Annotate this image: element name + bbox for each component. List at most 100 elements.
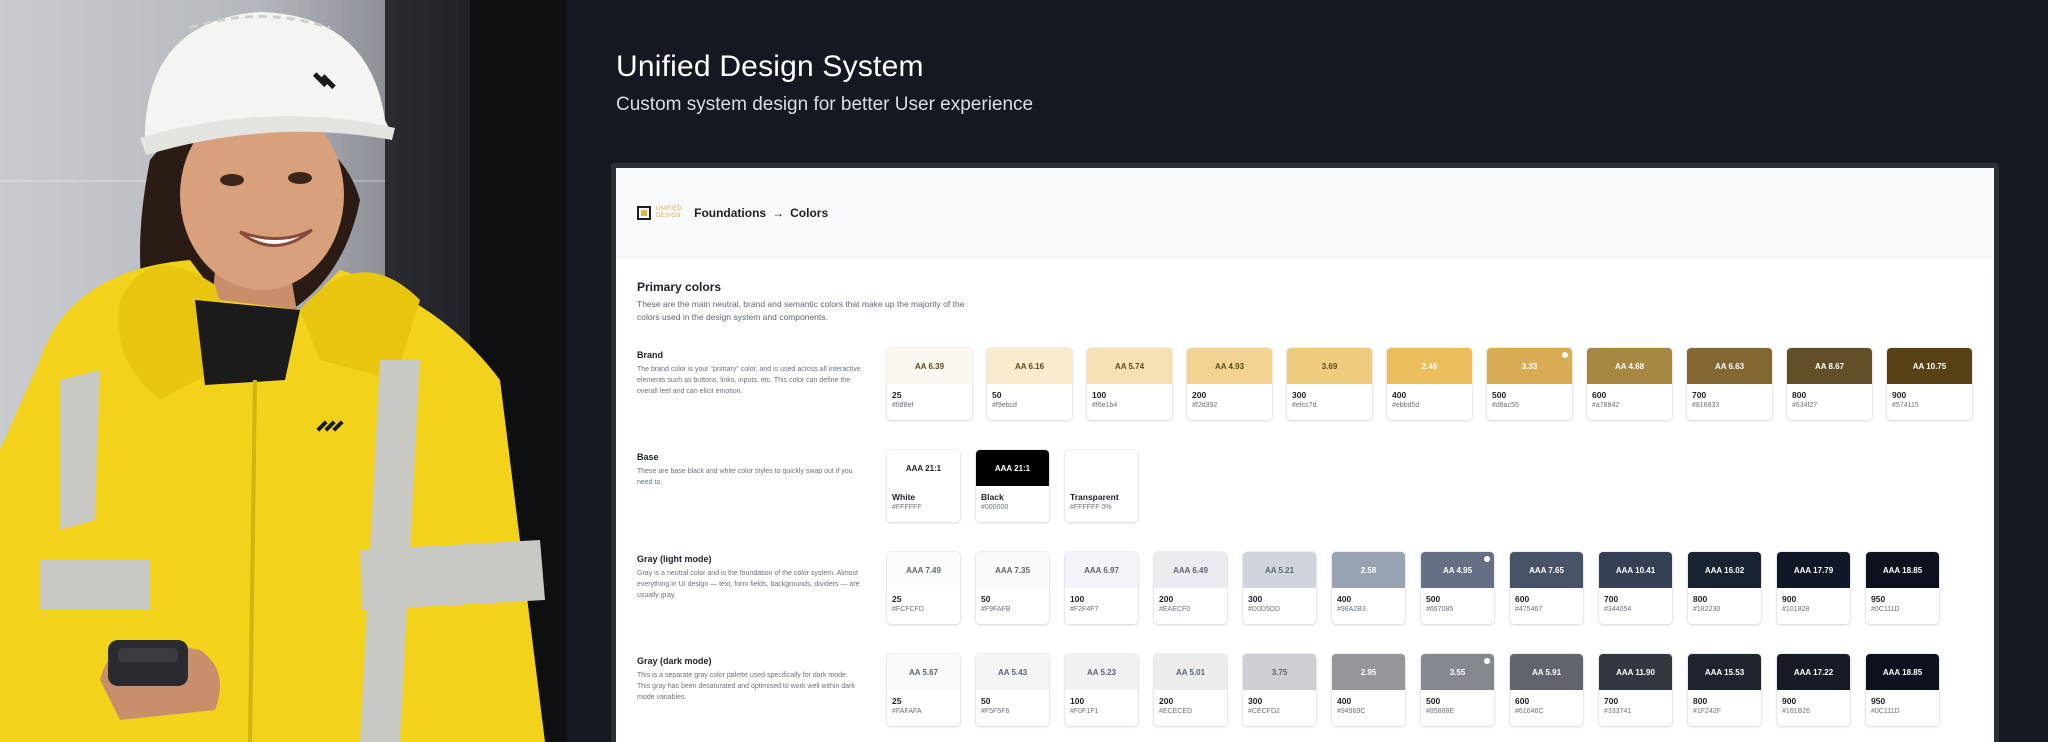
color-swatch[interactable]: AAA 7.65 600 #475467 xyxy=(1510,552,1583,624)
color-swatch[interactable]: 2.49 400 #ebbd5d xyxy=(1387,348,1472,420)
color-swatch[interactable]: AAA 21:1 White #FFFFFF xyxy=(887,450,960,522)
logo-text: UNIFIED DESIGN xyxy=(656,205,683,219)
swatch-hex: #0C111D xyxy=(1871,606,1900,613)
color-swatch[interactable]: AA 6.39 25 #fdf8ef xyxy=(887,348,972,420)
color-swatch[interactable]: AA 5.01 200 #ECECED xyxy=(1154,654,1227,726)
swatch-chip: AA 6.39 xyxy=(887,348,972,384)
color-swatch[interactable]: 2.58 400 #98A2B3 xyxy=(1332,552,1405,624)
swatch-chip xyxy=(1065,450,1138,486)
color-swatch[interactable]: AAA 15.53 800 #1F242F xyxy=(1688,654,1761,726)
swatch-chip: AAA 18.85 xyxy=(1866,552,1939,588)
swatch-chip: AAA 7.35 xyxy=(976,552,1049,588)
swatch-hex: #CECFD2 xyxy=(1248,708,1280,715)
color-swatch[interactable]: AA 4.68 600 #a78842 xyxy=(1587,348,1672,420)
swatch-name: 300 xyxy=(1292,390,1307,400)
swatch-hex: #634f27 xyxy=(1792,402,1818,409)
color-swatch[interactable]: AAA 16.02 800 #182230 xyxy=(1688,552,1761,624)
swatch-chip: AA 4.95 xyxy=(1421,552,1494,588)
color-swatch[interactable]: AA 6.16 50 #f9ebcd xyxy=(987,348,1072,420)
color-swatch[interactable]: AAA 10.41 700 #344054 xyxy=(1599,552,1672,624)
color-swatch[interactable]: AAA 17.79 900 #101828 xyxy=(1777,552,1850,624)
color-swatch[interactable]: AA 5.21 300 #D0D5DD xyxy=(1243,552,1316,624)
swatch-chip: AA 5.01 xyxy=(1154,654,1227,690)
swatch-hex: #a78842 xyxy=(1592,402,1620,409)
section-description: These are the main neutral, brand and se… xyxy=(637,299,965,322)
swatch-name: 200 xyxy=(1159,594,1174,604)
color-swatch[interactable]: AAA 7.35 50 #F9FAFB xyxy=(976,552,1049,624)
color-swatch[interactable]: AA 4.93 200 #f2d392 xyxy=(1187,348,1272,420)
swatch-chip: 2.95 xyxy=(1332,654,1405,690)
swatch-hex: #0C111D xyxy=(1871,708,1900,715)
swatch-hex: #fdf8ef xyxy=(892,402,914,409)
swatch-chip: AA 6.63 xyxy=(1687,348,1772,384)
color-swatch[interactable]: 2.95 400 #94969C xyxy=(1332,654,1405,726)
swatch-hex: #FFFFFF xyxy=(892,504,922,511)
color-swatch[interactable]: AA 10.75 900 #574115 xyxy=(1887,348,1972,420)
color-swatch[interactable]: AA 8.67 800 #634f27 xyxy=(1787,348,1872,420)
color-swatch[interactable]: AAA 17.22 900 #161B26 xyxy=(1777,654,1850,726)
color-swatch[interactable]: 3.69 300 #efcc7d xyxy=(1287,348,1372,420)
swatch-name: 500 xyxy=(1492,390,1507,400)
swatch-hex: #ebbd5d xyxy=(1392,402,1420,409)
swatch-name: 25 xyxy=(892,390,902,400)
color-swatch[interactable]: AAA 18.85 950 #0C111D xyxy=(1866,654,1939,726)
swatch-chip: AAA 17.22 xyxy=(1777,654,1850,690)
app-logo[interactable]: UNIFIED DESIGN xyxy=(637,205,683,220)
color-swatch[interactable]: AA 4.95 500 #667085 xyxy=(1421,552,1494,624)
color-swatch[interactable]: AA 6.63 700 #816833 xyxy=(1687,348,1772,420)
swatch-hex: #85888E xyxy=(1426,708,1455,715)
color-swatch[interactable]: AA 5.74 100 #f6e1b4 xyxy=(1087,348,1172,420)
swatch-hex: #475467 xyxy=(1515,606,1543,613)
swatch-name: 25 xyxy=(892,696,902,706)
swatch-name: Transparent xyxy=(1070,492,1119,502)
color-swatch[interactable]: 3.33 500 #d8ac55 xyxy=(1487,348,1572,420)
color-group-description: The brand color is your "primary" color,… xyxy=(637,366,861,395)
swatch-name: 50 xyxy=(981,594,991,604)
color-swatch[interactable]: AA 5.23 100 #F0F1F1 xyxy=(1065,654,1138,726)
swatch-name: 400 xyxy=(1337,594,1352,604)
color-swatch[interactable]: AAA 7.49 25 #FCFCFD xyxy=(887,552,960,624)
swatch-hex: #F2F4F7 xyxy=(1070,606,1099,613)
breadcrumb-foundations[interactable]: Foundations xyxy=(694,206,766,220)
swatch-name: 700 xyxy=(1604,594,1619,604)
swatch-hex: #161B26 xyxy=(1782,708,1811,715)
color-swatch[interactable]: AAA 21:1 Black #000000 xyxy=(976,450,1049,522)
swatch-name: 200 xyxy=(1192,390,1207,400)
swatch-name: 800 xyxy=(1693,696,1708,706)
swatch-chip: AA 5.91 xyxy=(1510,654,1583,690)
color-swatch[interactable]: 3.75 300 #CECFD2 xyxy=(1243,654,1316,726)
app-window-frame: UNIFIED DESIGN Foundations → Colors Prim… xyxy=(611,163,1999,742)
swatch-chip: AA 5.43 xyxy=(976,654,1049,690)
swatch-name: 600 xyxy=(1515,594,1530,604)
color-swatch[interactable]: AA 5.67 25 #FAFAFA xyxy=(887,654,960,726)
swatch-hex: #FCFCFD xyxy=(892,606,924,613)
swatch-chip: 2.49 xyxy=(1387,348,1472,384)
breadcrumb-colors: Colors xyxy=(790,205,829,220)
color-swatch[interactable]: AAA 6.49 200 #EAECF0 xyxy=(1154,552,1227,624)
swatch-hex: #f2d392 xyxy=(1192,402,1218,409)
color-swatch[interactable]: AA 5.91 600 #61646C xyxy=(1510,654,1583,726)
color-swatch[interactable]: AAA 6.97 100 #F2F4F7 xyxy=(1065,552,1138,624)
color-swatch[interactable]: AAA 11.90 700 #333741 xyxy=(1599,654,1672,726)
swatch-chip: AAA 11.90 xyxy=(1599,654,1672,690)
swatch-name: 300 xyxy=(1248,696,1263,706)
swatch-name: 400 xyxy=(1392,390,1407,400)
color-swatch[interactable]: AAA 18.85 950 #0C111D xyxy=(1866,552,1939,624)
swatch-chip: 2.58 xyxy=(1332,552,1405,588)
app-header: UNIFIED DESIGN Foundations → Colors xyxy=(616,168,1994,258)
color-swatch[interactable]: 3.55 500 #85888E xyxy=(1421,654,1494,726)
color-group-title: Brand xyxy=(637,350,664,360)
swatch-chip: AAA 7.65 xyxy=(1510,552,1583,588)
breadcrumb: Foundations → Colors xyxy=(694,206,828,220)
swatch-hex: #FAFAFA xyxy=(892,708,922,715)
swatch-hex: #F0F1F1 xyxy=(1070,708,1099,715)
swatch-chip: 3.33 xyxy=(1487,348,1572,384)
swatch-hex: #efcc7d xyxy=(1292,402,1317,409)
swatch-name: 900 xyxy=(1892,390,1907,400)
hero-title: Unified Design System xyxy=(616,50,924,83)
color-group-description: These are base black and white color sty… xyxy=(637,468,853,486)
color-swatch[interactable]: Transparent #FFFFFF 0% xyxy=(1065,450,1138,522)
swatch-name: 700 xyxy=(1692,390,1707,400)
swatch-name: 950 xyxy=(1871,594,1886,604)
color-swatch[interactable]: AA 5.43 50 #F5F5F6 xyxy=(976,654,1049,726)
